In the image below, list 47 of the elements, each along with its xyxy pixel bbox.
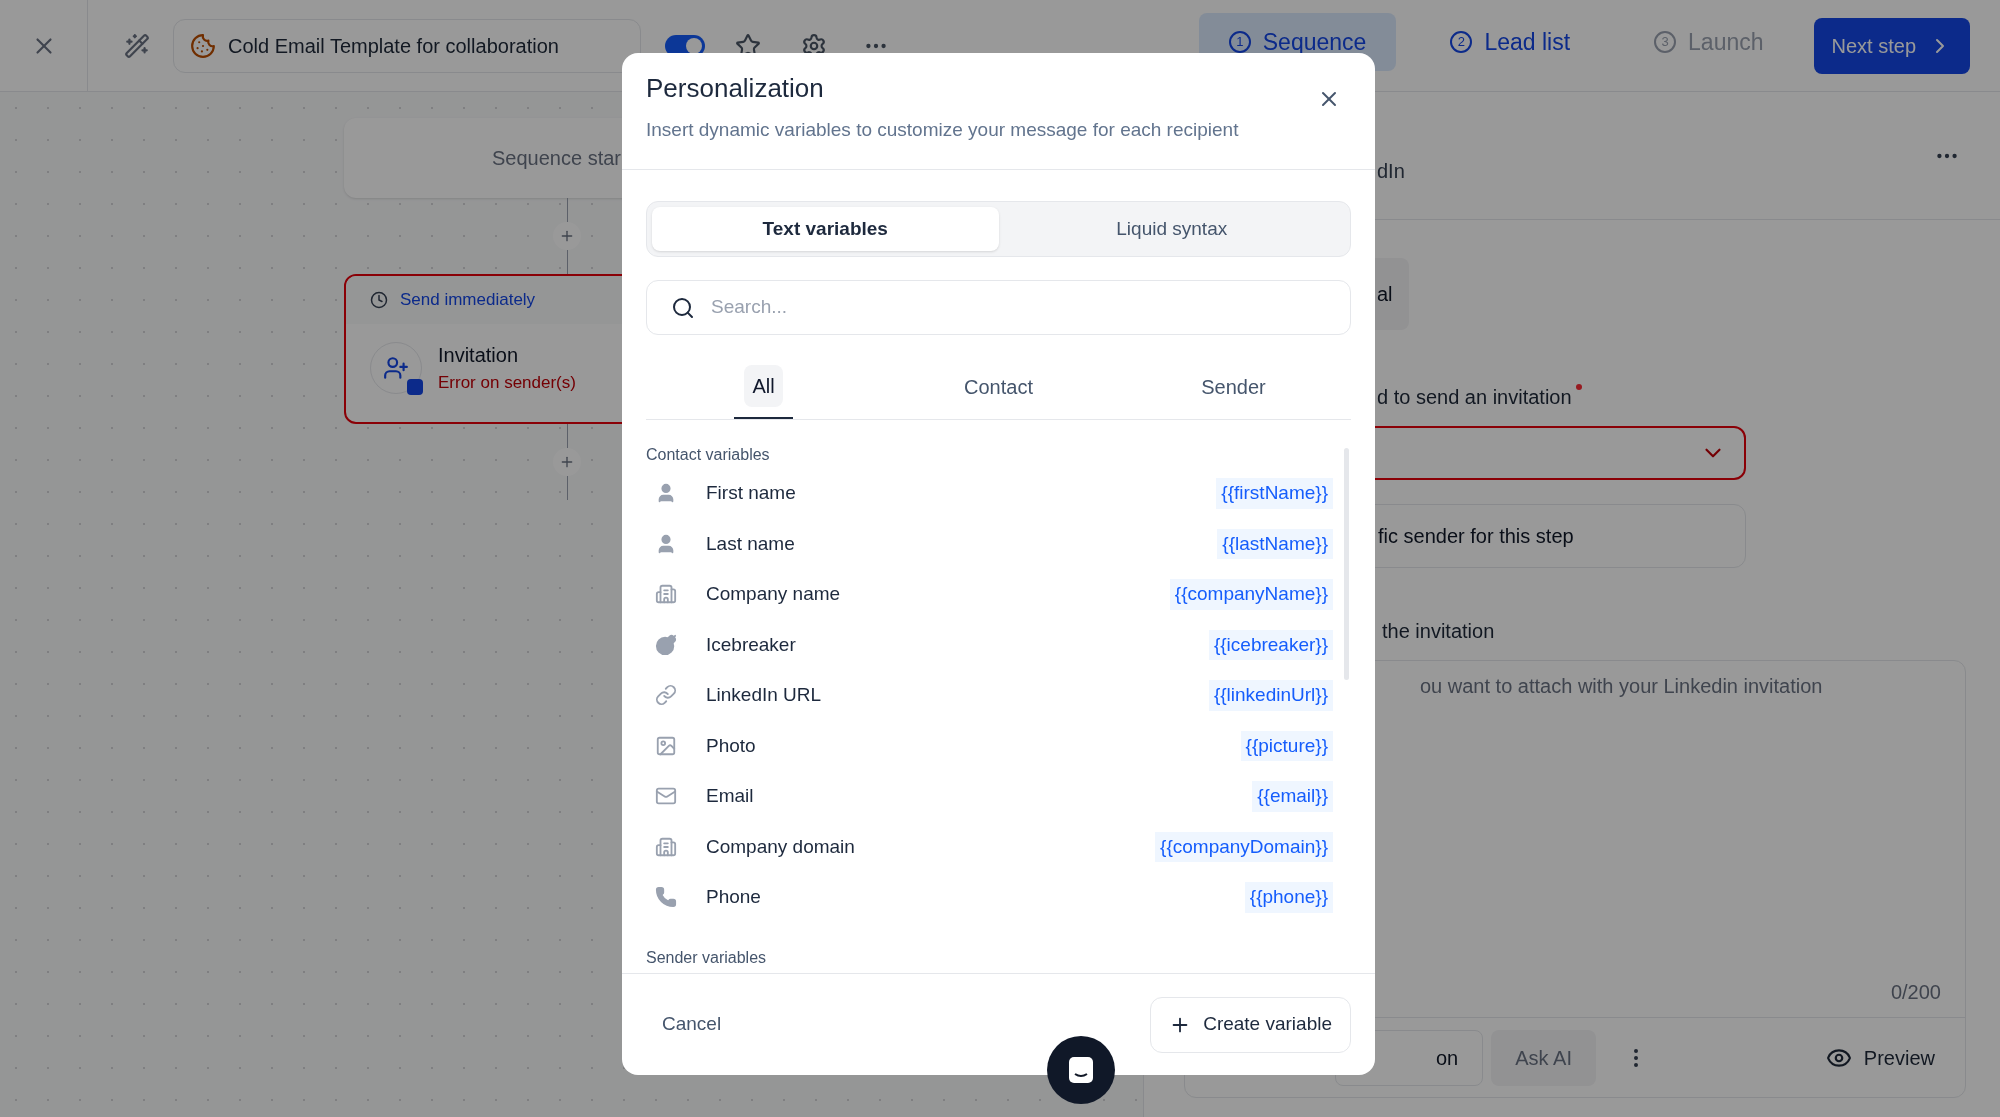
section-heading: Sender variables — [646, 947, 768, 968]
preview-button[interactable]: Preview — [1825, 1042, 1935, 1073]
delay-label: Send immediately — [400, 289, 536, 312]
variable-token: {{companyDomain}} — [1155, 831, 1333, 862]
search-icon — [671, 295, 695, 320]
variable-token: {{phone}} — [1244, 882, 1333, 913]
character-counter: 0/200 — [1890, 980, 1942, 1005]
variable-token: {{email}} — [1252, 781, 1333, 812]
magic-wand-icon[interactable] — [124, 32, 150, 59]
step-title: Invitation — [438, 343, 520, 368]
variable-token: {{firstName}} — [1216, 478, 1333, 509]
mode-tab[interactable]: Liquid syntax — [998, 207, 1345, 251]
variable-token: {{linkedinUrl}} — [1208, 680, 1333, 711]
plus-icon — [559, 454, 575, 470]
cookie-icon — [190, 32, 216, 59]
variable-token: {{companyName}} — [1169, 579, 1333, 610]
panel-header-title: dIn — [1377, 158, 1405, 184]
variable-token: {{icebreaker}} — [1208, 629, 1333, 660]
step-tab[interactable]: 2 Lead list — [1420, 12, 1601, 71]
add-step-button[interactable] — [553, 448, 581, 476]
image-icon — [655, 734, 677, 757]
search-field[interactable]: Search... — [646, 280, 1351, 335]
variable-token: {{picture}} — [1240, 730, 1333, 761]
next-step-button[interactable]: Next step — [1813, 17, 1970, 74]
sender-label: d to send an invitation — [1377, 385, 1572, 410]
template-title-field[interactable]: Cold Email Template for collaboration — [173, 18, 641, 73]
filter-tab[interactable]: All — [734, 355, 793, 419]
clock-icon — [370, 291, 388, 309]
filter-tab[interactable]: Sender — [1191, 355, 1276, 419]
message-label: the invitation — [1382, 619, 1496, 644]
building-icon — [655, 583, 677, 606]
mode-tab[interactable]: Text variables — [652, 207, 999, 251]
phone-icon — [655, 886, 677, 909]
link-icon — [655, 684, 677, 707]
create-variable-button[interactable]: Create variable — [1150, 996, 1351, 1053]
section-heading: Contact variables — [646, 445, 771, 465]
bomb-icon — [655, 633, 677, 656]
filter-tab[interactable]: Contact — [954, 355, 1043, 419]
chat-icon — [1066, 1055, 1096, 1085]
variable-token: {{lastName}} — [1217, 528, 1333, 559]
add-step-button[interactable] — [553, 222, 581, 250]
dialog-title: Personalization — [646, 72, 824, 105]
variable-row[interactable]: Company name {{companyName}} — [646, 569, 1333, 620]
error-message: Error on sender(s) — [438, 372, 576, 394]
cancel-button[interactable]: Cancel — [646, 997, 738, 1052]
building-icon — [655, 835, 677, 858]
plus-icon — [559, 228, 575, 244]
